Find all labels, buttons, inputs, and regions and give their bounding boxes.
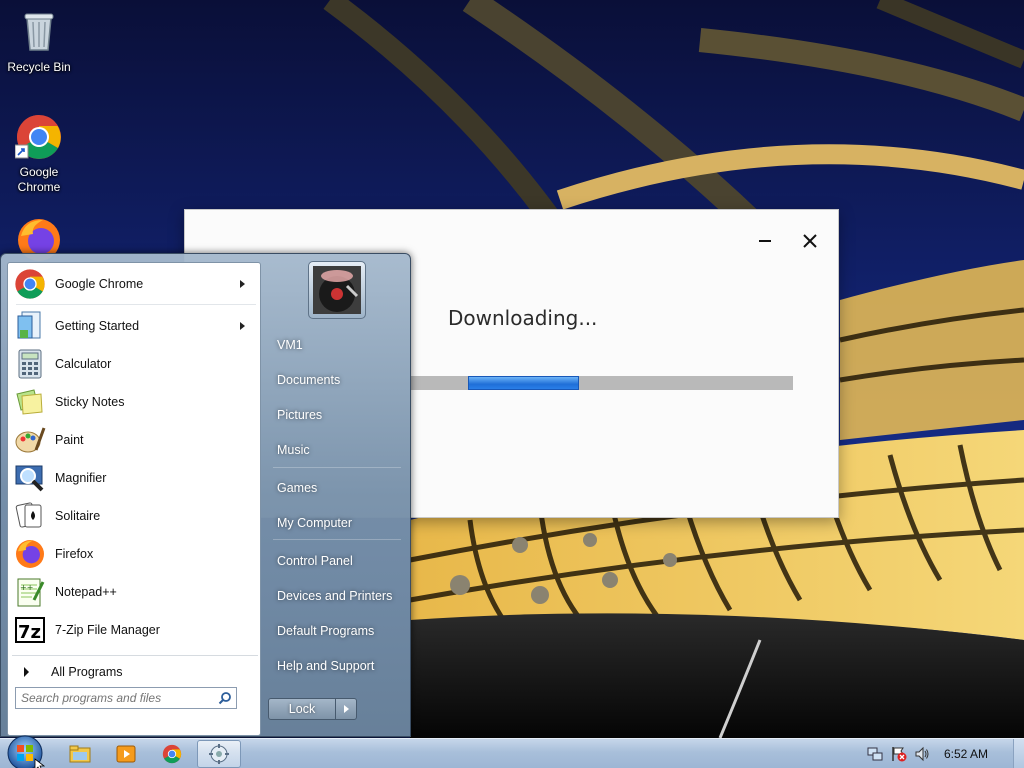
installer-icon [209, 744, 229, 764]
arrow-right-icon [344, 705, 349, 713]
program-label: Paint [55, 433, 84, 447]
start-link-my-computer[interactable]: My Computer [269, 508, 407, 538]
start-button[interactable] [5, 733, 46, 768]
recycle-bin-icon [15, 8, 63, 56]
program-label: Magnifier [55, 471, 107, 485]
program-item-7-zip-file-manager[interactable]: 7z 7-Zip File Manager [11, 612, 257, 648]
submenu-arrow-icon[interactable] [240, 322, 245, 330]
start-link-default-programs[interactable]: Default Programs [269, 616, 407, 646]
volume-icon [915, 746, 929, 762]
tray-action-center[interactable] [891, 746, 907, 762]
program-item-paint[interactable]: Paint [11, 422, 257, 458]
getting-started-icon [14, 310, 46, 342]
pinned-separator [16, 304, 256, 305]
program-label: Google Chrome [55, 277, 144, 291]
close-icon [803, 234, 817, 248]
search-input[interactable] [21, 689, 215, 707]
taskbar-installer[interactable] [197, 740, 241, 768]
chrome-icon [14, 113, 63, 161]
right-pane-separator [273, 467, 401, 468]
program-item-solitaire[interactable]: Solitaire [11, 498, 257, 534]
solitaire-icon [14, 500, 46, 532]
start-link-control-panel[interactable]: Control Panel [269, 546, 407, 576]
progress-bar [411, 376, 793, 390]
sticky-notes-icon [14, 386, 46, 418]
program-item-notepad[interactable]: ++ Notepad++ [11, 574, 257, 610]
program-item-calculator[interactable]: Calculator [11, 346, 257, 382]
media-player-icon [116, 745, 136, 763]
all-programs-label: All Programs [51, 665, 123, 679]
user-picture-icon [313, 266, 361, 314]
progress-bar-fill [468, 376, 579, 390]
program-item-getting-started[interactable]: Getting Started [11, 308, 257, 344]
program-label: Sticky Notes [55, 395, 125, 409]
user-avatar[interactable] [308, 261, 366, 319]
submenu-arrow-icon[interactable] [240, 280, 245, 288]
minimize-icon [759, 240, 771, 242]
program-item-google-chrome[interactable]: Google Chrome [11, 266, 257, 302]
chrome-icon [162, 744, 182, 764]
desktop-icon-recycle-bin[interactable]: Recycle Bin [1, 8, 77, 75]
program-label: Getting Started [55, 319, 140, 333]
program-item-sticky-notes[interactable]: Sticky Notes [11, 384, 257, 420]
start-link-pictures[interactable]: Pictures [269, 400, 407, 430]
desktop-icon-label: Recycle Bin [7, 60, 71, 74]
all-programs-button[interactable]: All Programs [11, 659, 257, 685]
desktop-icon-label: Google Chrome [17, 165, 61, 194]
calculator-icon [14, 348, 46, 380]
power-options-button[interactable] [335, 698, 357, 720]
program-label: Firefox [55, 547, 94, 561]
start-menu: Google Chrome Getting Started Calculator St… [0, 253, 411, 737]
start-link-help-and-support[interactable]: Help and Support [269, 651, 407, 681]
dialog-title: Downloading... [448, 306, 598, 330]
tray-volume[interactable] [914, 746, 930, 762]
windows-logo-icon [7, 735, 46, 768]
taskbar-chrome[interactable] [150, 740, 194, 768]
start-link-vm1[interactable]: VM1 [269, 330, 407, 360]
taskbar-clock[interactable]: 6:52 AM [944, 747, 988, 761]
action-center-icon [892, 747, 907, 762]
svg-text:7z: 7z [18, 622, 41, 643]
program-label: Solitaire [55, 509, 101, 523]
chrome-icon [14, 268, 46, 300]
arrow-right-icon [24, 667, 29, 677]
start-link-documents[interactable]: Documents [269, 365, 407, 395]
all-programs-separator [12, 655, 258, 656]
tray-network[interactable] [867, 746, 883, 762]
program-item-firefox[interactable]: Firefox [11, 536, 257, 572]
paint-icon [14, 424, 46, 456]
lock-button[interactable]: Lock [268, 698, 336, 720]
start-link-music[interactable]: Music [269, 435, 407, 465]
right-pane-separator [273, 539, 401, 540]
program-item-magnifier[interactable]: Magnifier [11, 460, 257, 496]
network-icon [867, 747, 883, 761]
firefox-icon [14, 538, 46, 570]
7zip-icon: 7z [14, 614, 46, 646]
taskbar-media-player[interactable] [104, 740, 148, 768]
show-desktop-button[interactable] [1013, 739, 1024, 768]
taskbar-explorer[interactable] [58, 740, 102, 768]
notepadpp-icon: ++ [14, 576, 46, 608]
search-box[interactable] [15, 687, 237, 709]
programs-pane: Google Chrome Getting Started Calculator St… [7, 262, 261, 736]
explorer-icon [69, 745, 91, 763]
desktop-icon-google-chrome[interactable]: Google Chrome [1, 113, 77, 195]
program-label: 7-Zip File Manager [55, 623, 160, 637]
search-icon[interactable] [218, 691, 232, 705]
magnifier-icon [14, 462, 46, 494]
minimize-button[interactable] [753, 228, 779, 254]
close-button[interactable] [797, 228, 823, 254]
start-link-devices-and-printers[interactable]: Devices and Printers [269, 581, 407, 611]
program-label: Notepad++ [55, 585, 117, 599]
program-label: Calculator [55, 357, 112, 371]
svg-text:++: ++ [20, 583, 33, 592]
taskbar: 6:52 AM [0, 735, 1024, 768]
start-link-games[interactable]: Games [269, 473, 407, 503]
